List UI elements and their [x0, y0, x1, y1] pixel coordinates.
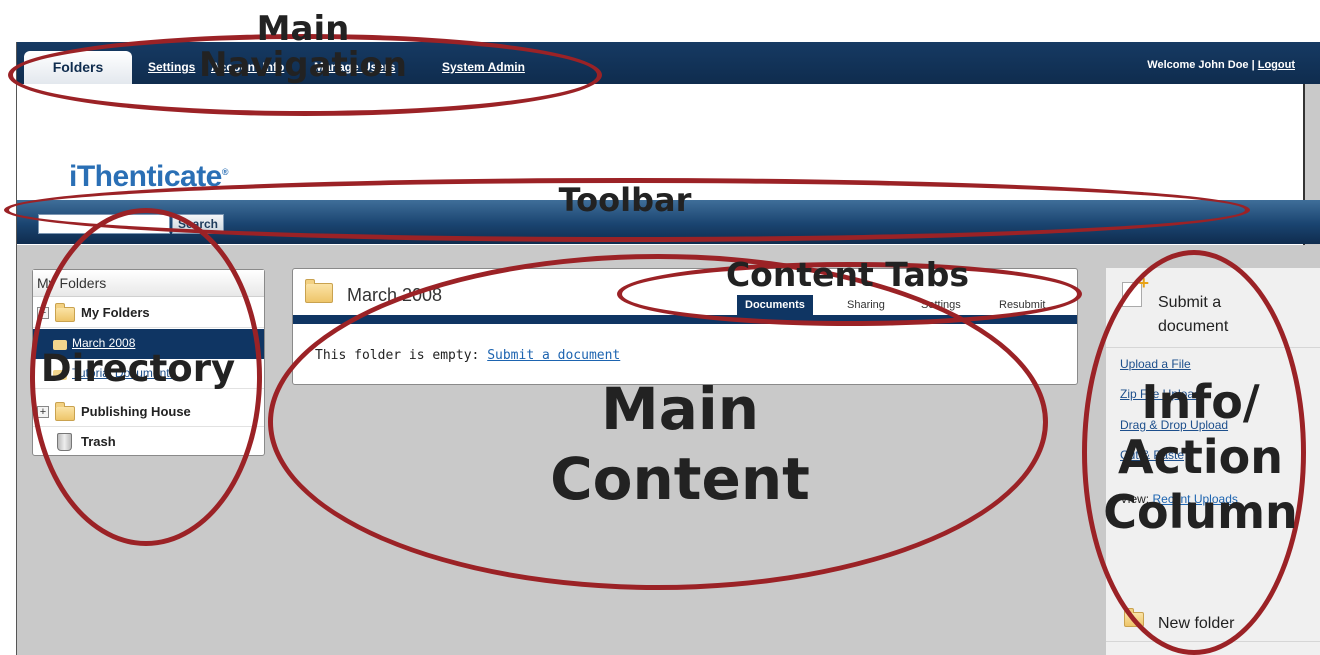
- annotation-toolbar: Toolbar: [558, 181, 692, 219]
- annotation-directory: Directory: [40, 347, 236, 390]
- annotation-main-content: Main Content: [550, 375, 810, 513]
- logout-link[interactable]: Logout: [1258, 59, 1295, 71]
- registered-mark: ®: [221, 167, 229, 177]
- folder-icon: [305, 279, 333, 303]
- annotation-info-action-column: Info/ Action Column: [1103, 375, 1298, 540]
- welcome-area: Welcome John Doe | Logout: [1147, 59, 1295, 71]
- annotation-content-tabs: Content Tabs: [725, 255, 970, 294]
- annotation-main-navigation: Main Navigation: [199, 9, 407, 85]
- welcome-text: Welcome John Doe |: [1147, 59, 1255, 71]
